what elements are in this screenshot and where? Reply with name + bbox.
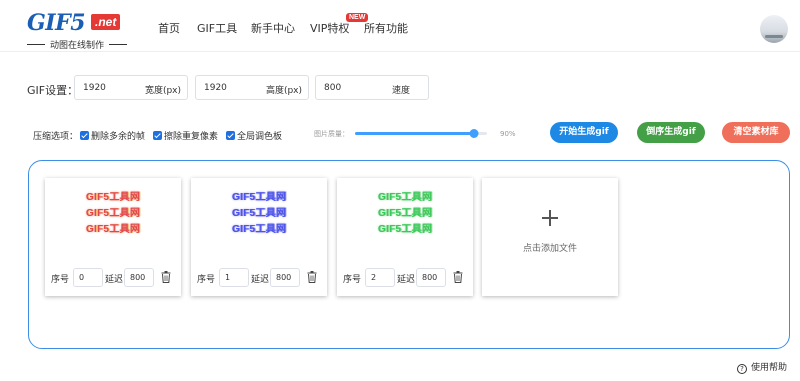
- delay-label: 延迟: [105, 275, 124, 285]
- width-input[interactable]: [83, 76, 143, 99]
- order-label: 序号: [51, 275, 70, 285]
- nav-gif-tools[interactable]: GIF工具: [197, 20, 237, 36]
- trash-icon[interactable]: [307, 271, 317, 283]
- frame-text-line: GIF5工具网: [231, 208, 287, 219]
- frame-card[interactable]: GIF5工具网 GIF5工具网 GIF5工具网 序号 延迟: [191, 178, 327, 296]
- height-input[interactable]: [204, 76, 264, 99]
- quality-label: 图片质量：: [314, 130, 349, 138]
- width-field[interactable]: 宽度(px): [74, 75, 188, 100]
- checkbox-checked-icon[interactable]: [226, 131, 235, 140]
- checkbox-remove-frames[interactable]: 删除多余的帧: [80, 129, 145, 142]
- quality-slider[interactable]: [355, 129, 487, 138]
- order-label: 序号: [343, 275, 362, 285]
- checkbox-erase-pixels[interactable]: 擦除重复像素: [153, 129, 218, 142]
- height-field[interactable]: 高度(px): [195, 75, 309, 100]
- new-badge: NEW: [346, 13, 369, 22]
- frame-card[interactable]: GIF5工具网 GIF5工具网 GIF5工具网 序号 延迟: [45, 178, 181, 296]
- help-label: 使用帮助: [751, 363, 788, 373]
- frame-text-line: GIF5工具网: [231, 224, 287, 235]
- header: GIF5 .net 动图在线制作 首页 GIF工具 新手中心 VIP特权 所有功…: [0, 0, 800, 52]
- width-unit: 宽度(px): [144, 86, 181, 96]
- add-file-label: 点击添加文件: [522, 244, 577, 254]
- nav-beginner-center[interactable]: 新手中心: [251, 20, 295, 36]
- question-icon: ?: [737, 364, 747, 374]
- frame-text-line: GIF5工具网: [85, 224, 141, 235]
- logo-subtitle: 动图在线制作: [27, 38, 127, 51]
- quality-slider-fill: [355, 132, 474, 135]
- height-unit: 高度(px): [265, 86, 302, 96]
- frame-preview: GIF5工具网 GIF5工具网 GIF5工具网: [45, 190, 181, 238]
- logo-net-badge: .net: [91, 14, 121, 30]
- quality-slider-thumb[interactable]: [469, 129, 479, 138]
- checkbox-label: 全局调色板: [237, 132, 283, 142]
- add-file-card[interactable]: 点击添加文件: [482, 178, 618, 296]
- checkbox-checked-icon[interactable]: [153, 131, 162, 140]
- frame-text-line: GIF5工具网: [377, 224, 433, 235]
- order-input[interactable]: [365, 268, 395, 287]
- speed-input[interactable]: [324, 76, 384, 99]
- nav-all-features[interactable]: 所有功能: [364, 20, 408, 36]
- checkbox-label: 擦除重复像素: [164, 132, 219, 142]
- frame-text-line: GIF5工具网: [85, 192, 141, 203]
- order-input[interactable]: [219, 268, 249, 287]
- generate-gif-button[interactable]: 开始生成gif: [550, 122, 618, 143]
- delay-input[interactable]: [416, 268, 446, 287]
- logo[interactable]: GIF5 .net 动图在线制作: [27, 10, 127, 51]
- frame-card[interactable]: GIF5工具网 GIF5工具网 GIF5工具网 序号 延迟: [337, 178, 473, 296]
- order-input[interactable]: [73, 268, 103, 287]
- frame-text-line: GIF5工具网: [231, 192, 287, 203]
- nav-home[interactable]: 首页: [158, 20, 180, 36]
- checkbox-label: 删除多余的帧: [91, 132, 146, 142]
- speed-unit: 速度: [391, 86, 410, 96]
- avatar[interactable]: [760, 15, 788, 43]
- delay-input[interactable]: [124, 268, 154, 287]
- clear-library-button[interactable]: 清空素材库: [722, 122, 790, 143]
- quality-value: 90%: [500, 130, 516, 138]
- trash-icon[interactable]: [453, 271, 463, 283]
- frame-preview: GIF5工具网 GIF5工具网 GIF5工具网: [337, 190, 473, 238]
- frame-text-line: GIF5工具网: [377, 192, 433, 203]
- reverse-gif-button[interactable]: 倒序生成gif: [637, 122, 705, 143]
- speed-field[interactable]: 速度: [315, 75, 429, 100]
- frame-text-line: GIF5工具网: [85, 208, 141, 219]
- delay-input[interactable]: [270, 268, 300, 287]
- delay-label: 延迟: [397, 275, 416, 285]
- checkbox-global-palette[interactable]: 全局调色板: [226, 129, 282, 142]
- gif-settings-label: GIF设置：: [27, 84, 79, 97]
- order-label: 序号: [197, 275, 216, 285]
- logo-text: GIF5: [27, 10, 86, 36]
- trash-icon[interactable]: [161, 271, 171, 283]
- frame-text-line: GIF5工具网: [377, 208, 433, 219]
- delay-label: 延迟: [251, 275, 270, 285]
- frame-preview: GIF5工具网 GIF5工具网 GIF5工具网: [191, 190, 327, 238]
- nav-vip[interactable]: VIP特权: [310, 20, 349, 36]
- help-link[interactable]: ? 使用帮助: [737, 360, 787, 374]
- plus-icon: [540, 208, 560, 228]
- compress-options-label: 压缩选项：: [33, 132, 79, 142]
- checkbox-checked-icon[interactable]: [80, 131, 89, 140]
